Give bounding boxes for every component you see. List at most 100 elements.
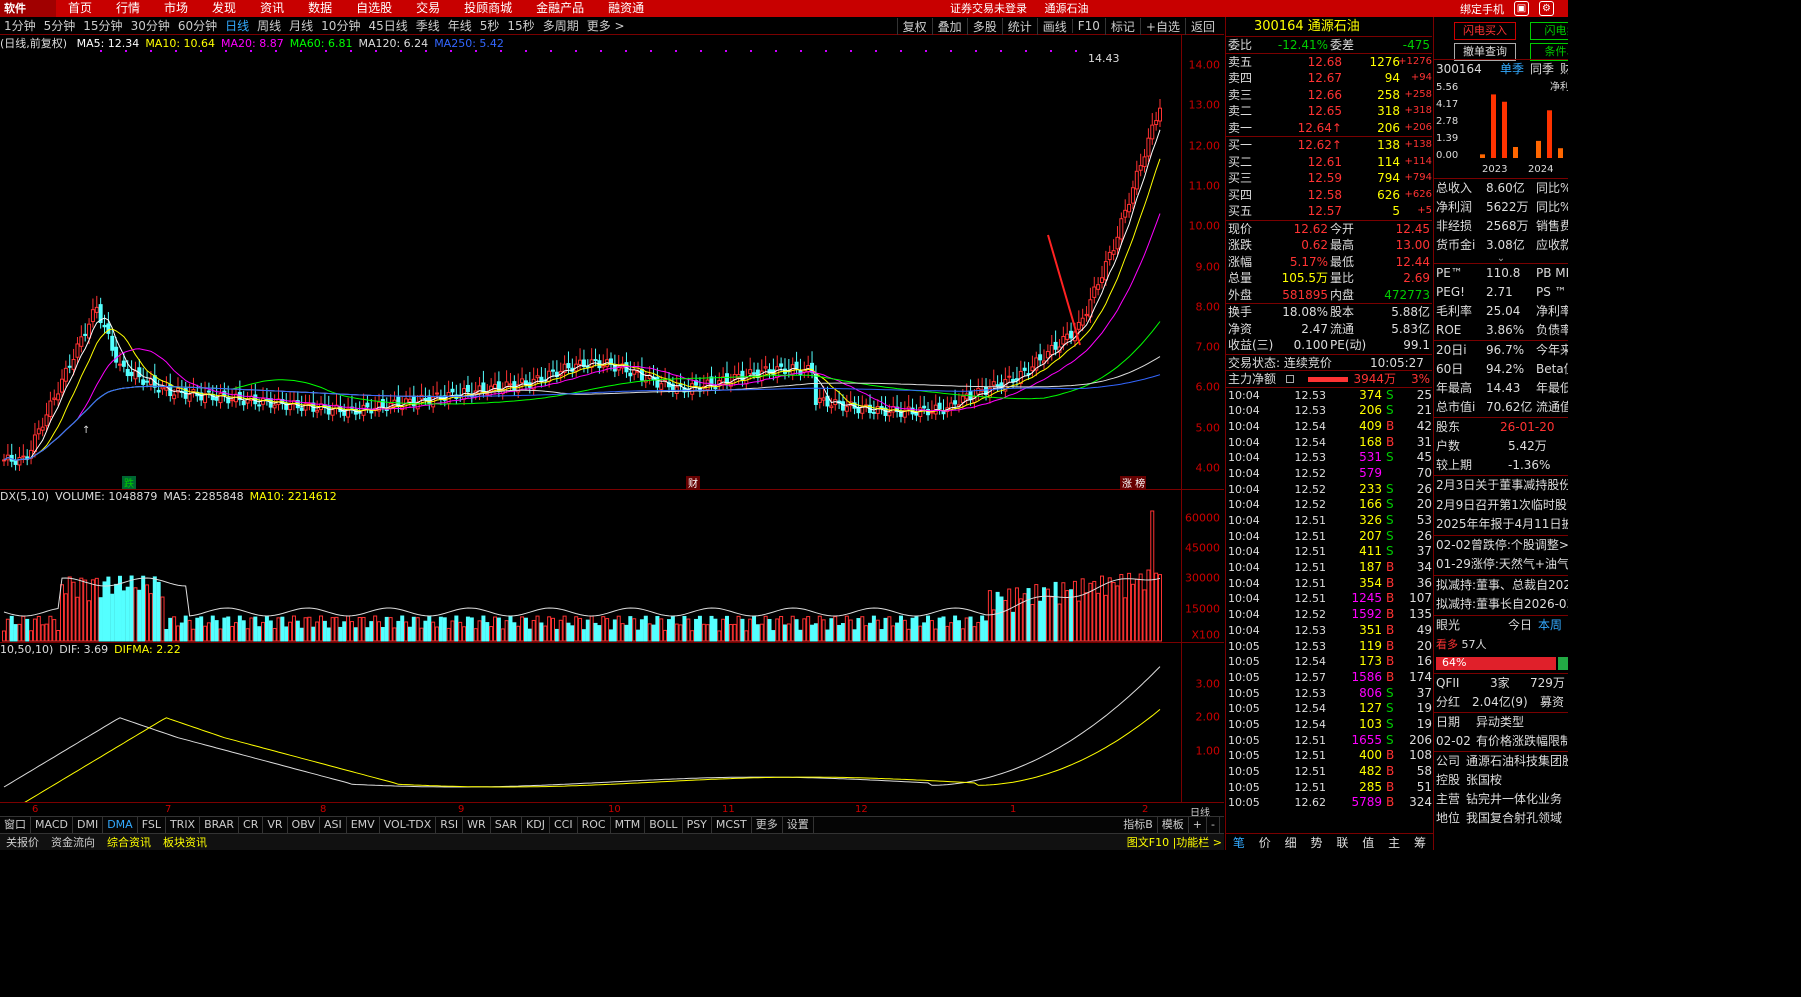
flash-sell-button[interactable]: 闪电卖 xyxy=(1530,22,1568,40)
volume-chart[interactable] xyxy=(0,504,1181,642)
news-item-2[interactable]: 2025年年报于4月11日披露 xyxy=(1434,515,1568,535)
gear-icon[interactable]: ⚙ xyxy=(1539,1,1554,16)
indicator-tab-2[interactable]: DMI xyxy=(73,817,104,833)
period-tab-5[interactable]: 日线 xyxy=(225,17,249,34)
period-tab-15[interactable]: 更多 > xyxy=(587,17,625,34)
bind-phone-link[interactable]: 绑定手机 xyxy=(1460,1,1504,17)
menu-item-0[interactable]: 首页 xyxy=(68,0,92,17)
menu-item-6[interactable]: 自选股 xyxy=(356,0,392,17)
dma-chart[interactable] xyxy=(0,657,1181,802)
indicator-tab-8[interactable]: VR xyxy=(263,817,288,833)
f10-link[interactable]: 图文F10 |功能栏 > xyxy=(1127,834,1222,850)
indicator-tab-0[interactable]: 窗口 xyxy=(0,817,31,833)
reduce-news-list[interactable]: 拟减持:董事、总裁自202 拟减持:董事长自2026-03 xyxy=(1434,574,1568,615)
bottom-tab-3[interactable]: 板块资讯 xyxy=(157,834,213,850)
indicator-tool-2[interactable]: + xyxy=(1189,817,1208,833)
indicator-tab-18[interactable]: ROC xyxy=(578,817,611,833)
reduce-news-item-1[interactable]: 拟减持:董事长自2026-03 xyxy=(1434,595,1568,615)
indicator-tab-12[interactable]: VOL-TDX xyxy=(380,817,437,833)
indicator-tab-23[interactable]: 更多 xyxy=(752,817,783,833)
panel-tab-6[interactable]: 主 xyxy=(1388,834,1400,851)
tool-button-5[interactable]: F10 xyxy=(1071,19,1105,33)
period-tab-7[interactable]: 月线 xyxy=(289,17,313,34)
indicator-tab-5[interactable]: TRIX xyxy=(166,817,201,833)
indicator-tab-17[interactable]: CCI xyxy=(550,817,578,833)
indicator-tab-1[interactable]: MACD xyxy=(31,817,73,833)
period-tab-8[interactable]: 10分钟 xyxy=(321,17,360,34)
menu-item-7[interactable]: 交易 xyxy=(416,0,440,17)
indicator-tab-6[interactable]: BRAR xyxy=(200,817,240,833)
indicator-tab-7[interactable]: CR xyxy=(239,817,264,833)
login-status[interactable]: 证券交易未登录 xyxy=(950,2,1027,15)
period-tab-6[interactable]: 周线 xyxy=(257,17,281,34)
panel-tab-4[interactable]: 联 xyxy=(1336,834,1348,851)
news-item-0[interactable]: 2月3日关于董事减持股份 xyxy=(1434,476,1568,496)
tab-same-quarter[interactable]: 同季 xyxy=(1530,60,1554,79)
flow-list-icon[interactable] xyxy=(1286,375,1294,383)
indicator-tab-10[interactable]: ASI xyxy=(320,817,347,833)
tab-single-quarter[interactable]: 单季 xyxy=(1500,60,1524,79)
tool-button-4[interactable]: 画线 xyxy=(1036,17,1072,35)
indicator-tab-4[interactable]: FSL xyxy=(138,817,166,833)
indicator-tab-3[interactable]: DMA xyxy=(103,817,138,833)
menu-item-8[interactable]: 投顾商城 xyxy=(464,0,512,17)
flash-buy-button[interactable]: 闪电买入 xyxy=(1454,22,1516,40)
menu-item-10[interactable]: 融资通 xyxy=(608,0,644,17)
limit-news-item-0[interactable]: 02-02曾跌停:个股调整> xyxy=(1434,536,1568,556)
period-tab-9[interactable]: 45日线 xyxy=(368,17,407,34)
period-tab-13[interactable]: 15秒 xyxy=(507,17,534,34)
indicator-tab-22[interactable]: MCST xyxy=(712,817,752,833)
tab-finance[interactable]: 财 xyxy=(1560,60,1568,79)
indicator-tool-3[interactable]: - xyxy=(1207,817,1220,833)
panel-tab-2[interactable]: 细 xyxy=(1285,834,1297,851)
panel-tab-5[interactable]: 值 xyxy=(1362,834,1374,851)
indicator-tab-24[interactable]: 设置 xyxy=(783,817,814,833)
menu-item-3[interactable]: 发现 xyxy=(212,0,236,17)
period-tab-2[interactable]: 15分钟 xyxy=(83,17,122,34)
limit-news-item-1[interactable]: 01-29涨停:天然气+油气+ xyxy=(1434,555,1568,575)
menu-item-5[interactable]: 数据 xyxy=(308,0,332,17)
news-list[interactable]: 2月3日关于董事减持股份2月9日召开第1次临时股东2025年年报于4月11日披露 xyxy=(1434,475,1568,535)
expand-chevron-icon[interactable]: ⌄ xyxy=(1434,254,1568,264)
indicator-tab-16[interactable]: KDJ xyxy=(522,817,550,833)
tool-button-2[interactable]: 多股 xyxy=(966,17,1002,35)
menu-item-2[interactable]: 市场 xyxy=(164,0,188,17)
bottom-tab-2[interactable]: 综合资讯 xyxy=(101,834,157,850)
menu-item-9[interactable]: 金融产品 xyxy=(536,0,584,17)
indicator-tool-0[interactable]: 指标B xyxy=(1119,817,1158,833)
indicator-tool-1[interactable]: 模板 xyxy=(1158,817,1189,833)
menu-item-4[interactable]: 资讯 xyxy=(260,0,284,17)
tick-list[interactable]: 10:04 12.53 374 S 25 10:04 12.53 206 S 21 10:04 12.… xyxy=(1226,388,1432,812)
panel-tab-7[interactable]: 筹 xyxy=(1414,834,1426,851)
bottom-tab-0[interactable]: 关报价 xyxy=(0,834,45,850)
news-item-1[interactable]: 2月9日召开第1次临时股东 xyxy=(1434,496,1568,516)
tool-button-0[interactable]: 复权 xyxy=(896,17,932,35)
period-tab-10[interactable]: 季线 xyxy=(416,17,440,34)
eye-week-tab[interactable]: 本周 xyxy=(1538,616,1562,635)
indicator-tab-13[interactable]: RSI xyxy=(436,817,464,833)
limit-news-list[interactable]: 02-02曾跌停:个股调整> 01-29涨停:天然气+油气+ xyxy=(1434,534,1568,575)
reduce-news-item-0[interactable]: 拟减持:董事、总裁自202 xyxy=(1434,576,1568,596)
panel-tab-0[interactable]: 笔 xyxy=(1233,834,1245,851)
period-tab-4[interactable]: 60分钟 xyxy=(178,17,217,34)
indicator-tab-15[interactable]: SAR xyxy=(491,817,523,833)
bottom-tab-1[interactable]: 资金流向 xyxy=(45,834,101,850)
period-tab-0[interactable]: 1分钟 xyxy=(4,17,36,34)
period-tab-1[interactable]: 5分钟 xyxy=(44,17,76,34)
indicator-tab-21[interactable]: PSY xyxy=(683,817,712,833)
tool-button-1[interactable]: 叠加 xyxy=(931,17,967,35)
tool-button-6[interactable]: 标记 xyxy=(1104,17,1140,35)
panel-tab-1[interactable]: 价 xyxy=(1259,834,1271,851)
indicator-tab-11[interactable]: EMV xyxy=(347,817,380,833)
kline-chart[interactable]: 14.43↑跌财涨 榜 xyxy=(0,35,1181,490)
indicator-tab-14[interactable]: WR xyxy=(463,817,491,833)
period-tab-14[interactable]: 多周期 xyxy=(543,17,579,34)
panel-tab-3[interactable]: 势 xyxy=(1311,834,1323,851)
tool-button-7[interactable]: +自选 xyxy=(1139,17,1185,35)
period-tab-3[interactable]: 30分钟 xyxy=(131,17,170,34)
indicator-tab-9[interactable]: OBV xyxy=(288,817,320,833)
period-tab-11[interactable]: 年线 xyxy=(448,17,472,34)
indicator-tab-20[interactable]: BOLL xyxy=(645,817,683,833)
menu-item-1[interactable]: 行情 xyxy=(116,0,140,17)
eye-today-tab[interactable]: 今日 xyxy=(1508,616,1532,635)
